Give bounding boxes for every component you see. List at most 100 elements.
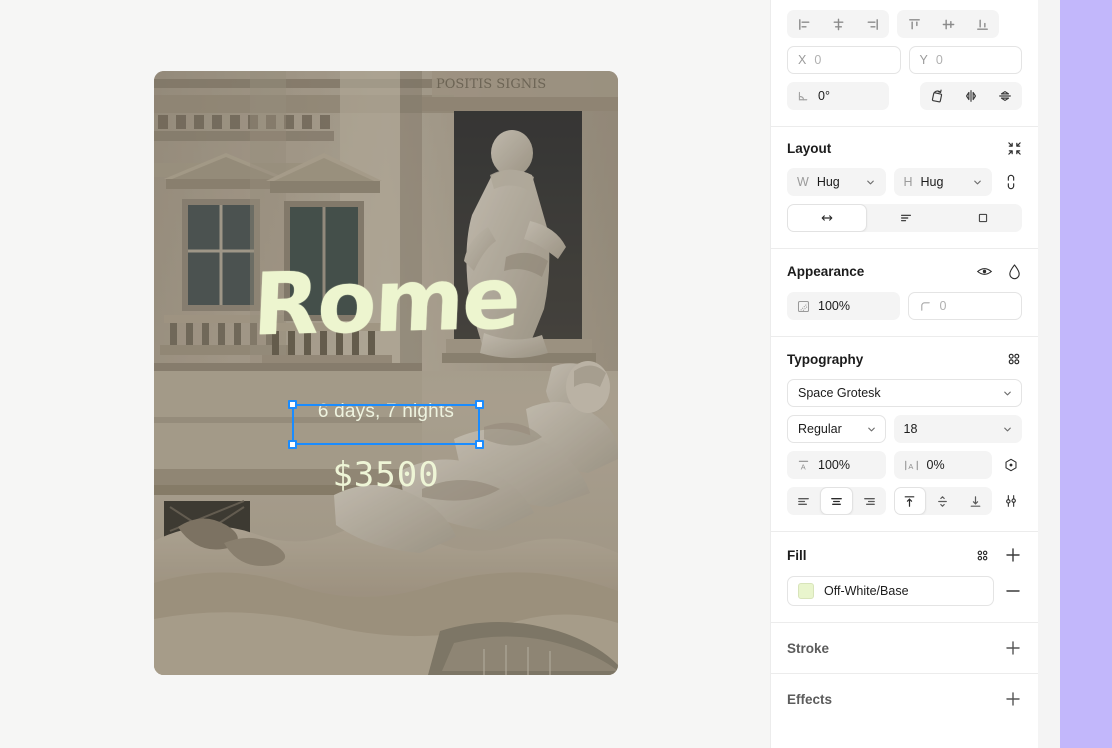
inspector-panel: X 0 Y 0 0° Layout W Hug H Hug Appearance… [770, 0, 1038, 748]
text-align-right-icon[interactable] [853, 487, 886, 515]
remove-fill-icon[interactable] [1004, 582, 1022, 600]
effects-title: Effects [787, 691, 833, 707]
opacity-input[interactable]: 100% [787, 292, 900, 320]
x-label: X [798, 53, 807, 67]
text-align-top-icon[interactable] [893, 487, 927, 515]
text-align-vertical-group [893, 487, 992, 515]
x-value: 0 [814, 53, 822, 67]
layout-mode-stack[interactable] [867, 204, 945, 232]
layout-mode-row [787, 204, 1022, 232]
artboard-price[interactable]: $3500 [154, 455, 618, 495]
text-align-left-icon[interactable] [787, 487, 820, 515]
appearance-header-actions [976, 263, 1022, 280]
rotation-input[interactable]: 0° [787, 82, 889, 110]
size-row: W Hug H Hug [787, 168, 1022, 196]
fill-item[interactable]: Off-White/Base [787, 576, 994, 606]
layout-header: Layout [787, 141, 1022, 156]
font-weight-select[interactable]: Regular [787, 415, 886, 443]
height-label: H [903, 175, 913, 189]
width-dropdown-toggle[interactable] [855, 168, 886, 196]
letter-spacing-value: 0% [926, 458, 945, 472]
add-stroke-icon[interactable] [1004, 639, 1022, 657]
height-input[interactable]: H Hug [893, 168, 962, 196]
link-dimensions-icon[interactable] [1000, 168, 1022, 196]
effects-section[interactable]: Effects [771, 674, 1038, 724]
svg-text:A: A [908, 462, 913, 471]
font-family-row: Space Grotesk [787, 379, 1022, 407]
width-input[interactable]: W Hug [787, 168, 856, 196]
fill-title: Fill [787, 547, 807, 563]
appearance-title: Appearance [787, 264, 865, 279]
layout-title: Layout [787, 141, 832, 156]
chevron-down-icon [867, 427, 875, 431]
typography-header: Typography [787, 351, 1022, 367]
font-variations-icon[interactable] [1000, 451, 1022, 479]
font-size-dropdown-toggle[interactable] [992, 415, 1022, 443]
artboard-rome-card[interactable]: POSITIS SIGNIS Rome 6 days, 7 nights $35… [154, 71, 618, 675]
canvas-area[interactable]: POSITIS SIGNIS Rome 6 days, 7 nights $35… [0, 0, 770, 748]
text-align-row [787, 487, 1022, 515]
line-height-input[interactable]: A 100% [787, 451, 886, 479]
transform-tools-group [920, 82, 1022, 110]
y-position-input[interactable]: Y 0 [908, 46, 1022, 74]
stroke-section[interactable]: Stroke [771, 623, 1038, 674]
fill-header-actions [975, 546, 1022, 564]
text-align-bottom-icon[interactable] [959, 487, 992, 515]
line-height-icon: A [797, 459, 810, 472]
font-family-select[interactable]: Space Grotesk [787, 379, 1022, 407]
layout-mode-frame[interactable] [944, 204, 1022, 232]
fill-section: Fill Off-White/Base [771, 532, 1038, 623]
text-align-middle-icon[interactable] [926, 487, 959, 515]
height-dropdown-toggle[interactable] [962, 168, 992, 196]
appearance-header: Appearance [787, 263, 1022, 280]
design-editor: POSITIS SIGNIS Rome 6 days, 7 nights $35… [0, 0, 1112, 748]
rotation-row: 0° [787, 82, 1022, 110]
appearance-section: Appearance 100% 0 [771, 249, 1038, 337]
eye-icon[interactable] [976, 263, 993, 280]
opacity-value: 100% [818, 299, 850, 313]
align-bottom-icon[interactable] [965, 10, 999, 38]
typography-options-icon[interactable] [1006, 351, 1022, 367]
flip-horizontal-icon[interactable] [954, 82, 988, 110]
angle-icon [797, 90, 810, 103]
fill-item-name: Off-White/Base [824, 584, 909, 598]
letter-spacing-input[interactable]: A 0% [893, 451, 992, 479]
align-left-icon[interactable] [787, 10, 821, 38]
artboard-subtitle[interactable]: 6 days, 7 nights [154, 401, 618, 423]
chevron-down-icon [1004, 391, 1011, 395]
align-horizontal-center-icon[interactable] [821, 10, 855, 38]
align-right-icon[interactable] [855, 10, 889, 38]
artboard-title[interactable]: Rome [154, 249, 618, 356]
line-height-value: 100% [818, 458, 850, 472]
collapse-icon[interactable] [1007, 141, 1022, 156]
corner-radius-input[interactable]: 0 [907, 292, 1022, 320]
rotate-icon[interactable] [920, 82, 954, 110]
add-effect-icon[interactable] [1004, 690, 1022, 708]
font-size-input[interactable]: 18 [893, 415, 992, 443]
appearance-fields-row: 100% 0 [787, 292, 1022, 320]
layout-mode-horizontal[interactable] [787, 204, 867, 232]
text-align-center-icon[interactable] [819, 487, 853, 515]
add-fill-icon[interactable] [1004, 546, 1022, 564]
fill-color-swatch[interactable] [798, 583, 814, 599]
advanced-type-settings-icon[interactable] [1000, 487, 1022, 515]
width-label: W [797, 175, 809, 189]
svg-text:A: A [801, 462, 806, 471]
panel-gutter [1038, 0, 1060, 748]
stroke-title: Stroke [787, 640, 830, 656]
align-top-icon[interactable] [897, 10, 931, 38]
fill-header: Fill [787, 546, 1022, 564]
fill-options-icon[interactable] [975, 548, 990, 563]
blend-mode-icon[interactable] [1007, 263, 1022, 280]
font-family-value: Space Grotesk [798, 386, 881, 400]
text-align-horizontal-group [787, 487, 886, 515]
spacing-row: A 100% A 0% [787, 451, 1022, 479]
opacity-icon [797, 300, 810, 313]
align-vertical-center-icon[interactable] [931, 10, 965, 38]
x-position-input[interactable]: X 0 [787, 46, 901, 74]
letter-spacing-icon: A [904, 459, 919, 472]
corner-radius-icon [919, 300, 932, 313]
flip-vertical-icon[interactable] [988, 82, 1022, 110]
align-vertical-group [897, 10, 999, 38]
typography-header-actions [1006, 351, 1022, 367]
